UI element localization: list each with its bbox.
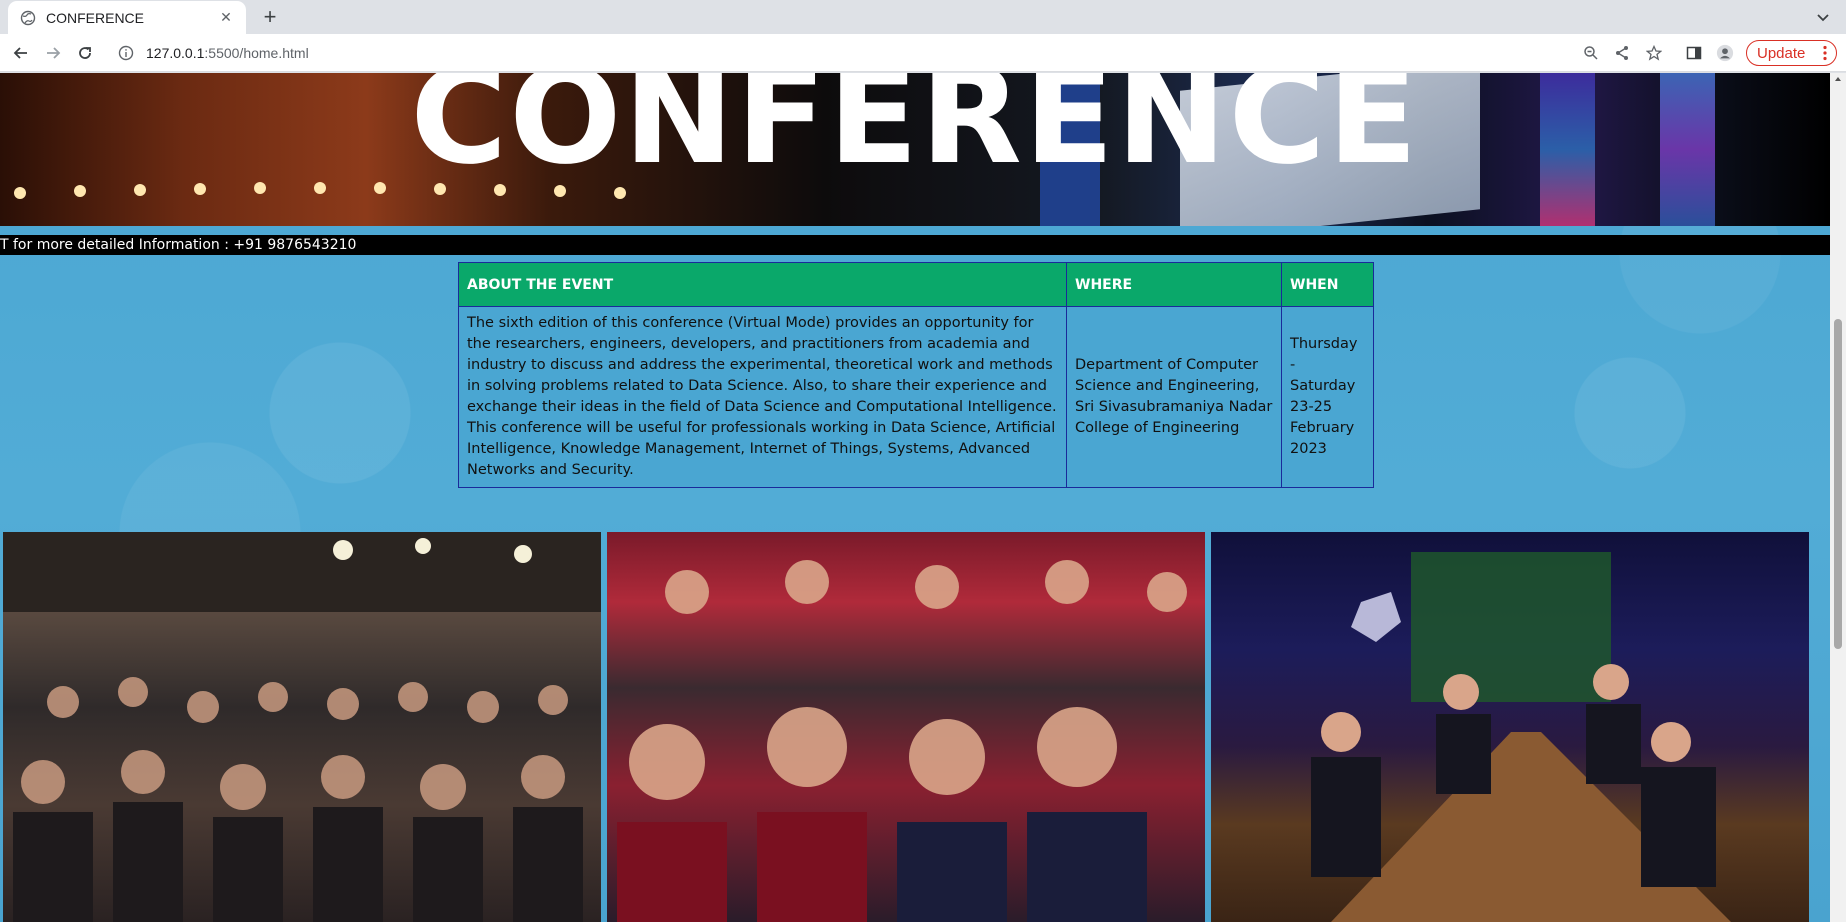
reload-button[interactable] — [75, 43, 95, 63]
url-path: :5500/home.html — [204, 45, 309, 61]
share-icon[interactable] — [1613, 44, 1631, 62]
new-tab-button[interactable]: + — [258, 4, 282, 29]
star-icon[interactable] — [1645, 44, 1663, 62]
crowd-image — [3, 532, 601, 922]
header-about: ABOUT THE EVENT — [458, 262, 1067, 307]
table-row: The sixth edition of this conference (Vi… — [458, 306, 1374, 488]
gallery-photo-audience — [3, 532, 601, 922]
side-panel-icon[interactable] — [1685, 44, 1703, 62]
update-label: Update — [1757, 44, 1806, 62]
table-header-row: ABOUT THE EVENT WHERE WHEN — [458, 262, 1374, 307]
arrow-right-icon — [47, 47, 61, 59]
address-bar[interactable]: 127.0.0.1 :5500/home.html — [112, 38, 1582, 68]
browser-toolbar: 127.0.0.1 :5500/home.html Update — [0, 34, 1846, 72]
forward-button[interactable] — [43, 43, 63, 63]
reload-icon — [79, 47, 91, 59]
gallery-photo-seated-audience — [607, 532, 1205, 922]
when-cell: Thursday - Saturday 23-25 February 2023 — [1281, 306, 1374, 488]
chevron-down-icon[interactable] — [1814, 8, 1832, 26]
close-icon[interactable]: ✕ — [218, 10, 234, 26]
header-where: WHERE — [1066, 262, 1282, 307]
url-host: 127.0.0.1 — [146, 45, 205, 61]
about-cell: The sixth edition of this conference (Vi… — [458, 306, 1067, 488]
browser-tab[interactable]: CONFERENCE ✕ — [8, 1, 246, 34]
info-marquee: T for more detailed Information : +91 98… — [0, 235, 1830, 255]
gallery-photo-panel-discussion — [1211, 532, 1809, 922]
vertical-scrollbar[interactable] — [1830, 73, 1846, 922]
audience-image — [617, 560, 1187, 922]
panel-image — [1311, 552, 1731, 922]
update-button[interactable]: Update — [1746, 40, 1837, 66]
hero-title: CONFERENCE — [410, 73, 1420, 194]
back-button[interactable] — [11, 43, 31, 63]
kebab-menu-icon — [1823, 45, 1827, 61]
globe-icon — [20, 10, 36, 25]
profile-avatar-icon[interactable] — [1716, 44, 1734, 62]
event-details-table: ABOUT THE EVENT WHERE WHEN The sixth edi… — [458, 262, 1374, 488]
hero-banner: CONFERENCE — [0, 73, 1830, 226]
page-viewport: CONFERENCE T for more detailed Informati… — [0, 73, 1846, 922]
info-icon[interactable] — [118, 45, 134, 61]
header-when: WHEN — [1281, 262, 1374, 307]
zoom-icon[interactable] — [1582, 44, 1600, 62]
tab-strip: CONFERENCE ✕ + — [0, 0, 1846, 34]
tab-title: CONFERENCE — [46, 9, 145, 26]
arrow-left-icon — [13, 47, 27, 59]
where-cell: Department of Computer Science and Engin… — [1066, 306, 1282, 488]
scroll-up-arrow-icon[interactable] — [1834, 75, 1842, 83]
scrollbar-thumb[interactable] — [1834, 319, 1842, 649]
